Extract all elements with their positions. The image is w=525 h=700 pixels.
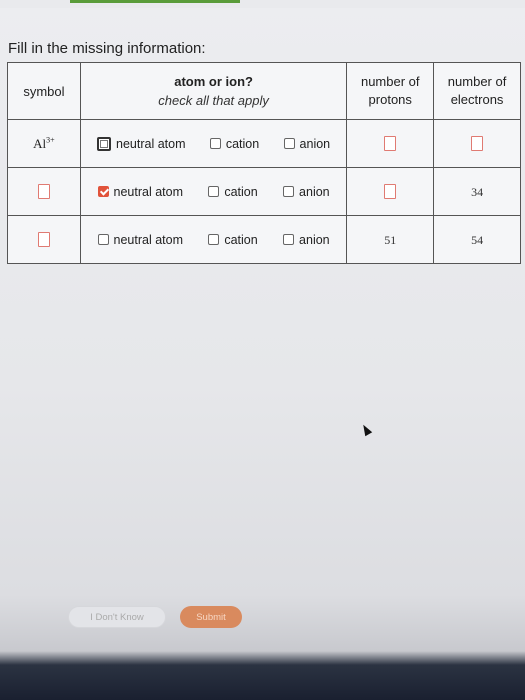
cation-option[interactable]: cation (208, 232, 258, 247)
electrons-value: 54 (471, 232, 484, 247)
symbol-input[interactable] (37, 231, 50, 247)
atom-or-ion-cell: neutral atom cation anion (79, 119, 348, 168)
protons-cell (346, 119, 435, 168)
header-electrons-line2: electrons (450, 92, 504, 107)
symbol-label: Al (33, 135, 47, 151)
anion-label: anion (299, 232, 330, 247)
submit-button[interactable]: Submit (180, 606, 242, 628)
anion-option[interactable]: anion (283, 233, 330, 247)
dont-know-button[interactable]: I Don't Know (68, 606, 166, 628)
atom-or-ion-cell: neutral atom cation anion (79, 167, 348, 216)
question-table: symbol atom or ion? check all that apply… (7, 62, 521, 264)
symbol-cell (7, 215, 81, 264)
neutral-atom-checkbox[interactable] (97, 136, 112, 151)
table-row: Al3+ neutral atom cation anion (7, 119, 521, 168)
neutral-atom-checkbox[interactable] (97, 234, 109, 245)
electrons-cell (433, 119, 521, 168)
anion-label: anion (299, 136, 331, 151)
anion-option[interactable]: anion (283, 136, 331, 151)
electrons-value: 34 (471, 184, 484, 199)
header-atom-hint: check all that apply (158, 93, 269, 108)
progress-accent (70, 0, 240, 3)
anion-option[interactable]: anion (283, 185, 330, 199)
anion-checkbox[interactable] (283, 186, 295, 197)
header-electrons: number of electrons (433, 62, 521, 120)
header-protons-line2: protons (368, 92, 412, 107)
table-row: neutral atom cation anion 34 (7, 167, 521, 216)
symbol-cell (7, 167, 81, 216)
protons-input[interactable] (384, 183, 397, 199)
anion-checkbox[interactable] (283, 234, 295, 245)
cation-label: cation (224, 232, 258, 247)
question-prompt: Fill in the missing information: (8, 40, 206, 57)
neutral-atom-option[interactable]: neutral atom (97, 136, 186, 151)
mouse-cursor-icon (359, 422, 373, 437)
anion-checkbox[interactable] (283, 138, 295, 149)
neutral-atom-option[interactable]: neutral atom (97, 184, 183, 199)
electrons-cell: 54 (433, 215, 521, 264)
header-protons-line1: number of (360, 74, 420, 89)
neutral-atom-checkbox-checked[interactable] (97, 186, 109, 197)
header-row: symbol atom or ion? check all that apply… (7, 62, 521, 120)
symbol-cell: Al3+ (7, 119, 81, 168)
protons-cell (346, 167, 435, 216)
symbol-text: Al3+ (33, 135, 55, 151)
neutral-atom-option[interactable]: neutral atom (97, 232, 183, 247)
protons-value: 51 (384, 232, 397, 247)
header-electrons-line1: number of (447, 74, 507, 89)
protons-cell: 51 (346, 215, 435, 264)
electrons-cell: 34 (433, 167, 521, 216)
electrons-input[interactable] (471, 135, 484, 151)
anion-label: anion (299, 184, 330, 199)
header-symbol: symbol (7, 62, 81, 120)
cation-option[interactable]: cation (209, 136, 260, 151)
top-strip (0, 0, 525, 8)
atom-or-ion-cell: neutral atom cation anion (79, 215, 348, 264)
cation-label: cation (224, 184, 258, 199)
table-row: neutral atom cation anion 51 54 (7, 215, 521, 264)
symbol-input[interactable] (37, 183, 50, 199)
neutral-atom-label: neutral atom (113, 184, 183, 199)
header-protons: number of protons (346, 62, 435, 120)
cation-label: cation (225, 136, 260, 151)
neutral-atom-label: neutral atom (113, 232, 183, 247)
header-atom-or-ion: atom or ion? check all that apply (79, 62, 348, 120)
cation-checkbox[interactable] (208, 186, 220, 197)
protons-input[interactable] (384, 135, 397, 151)
neutral-atom-label: neutral atom (116, 136, 186, 151)
cation-option[interactable]: cation (208, 184, 258, 199)
charge-label: 3+ (46, 135, 55, 145)
cation-checkbox[interactable] (208, 234, 220, 245)
header-atom-title: atom or ion? (174, 74, 253, 89)
cation-checkbox[interactable] (209, 138, 221, 149)
